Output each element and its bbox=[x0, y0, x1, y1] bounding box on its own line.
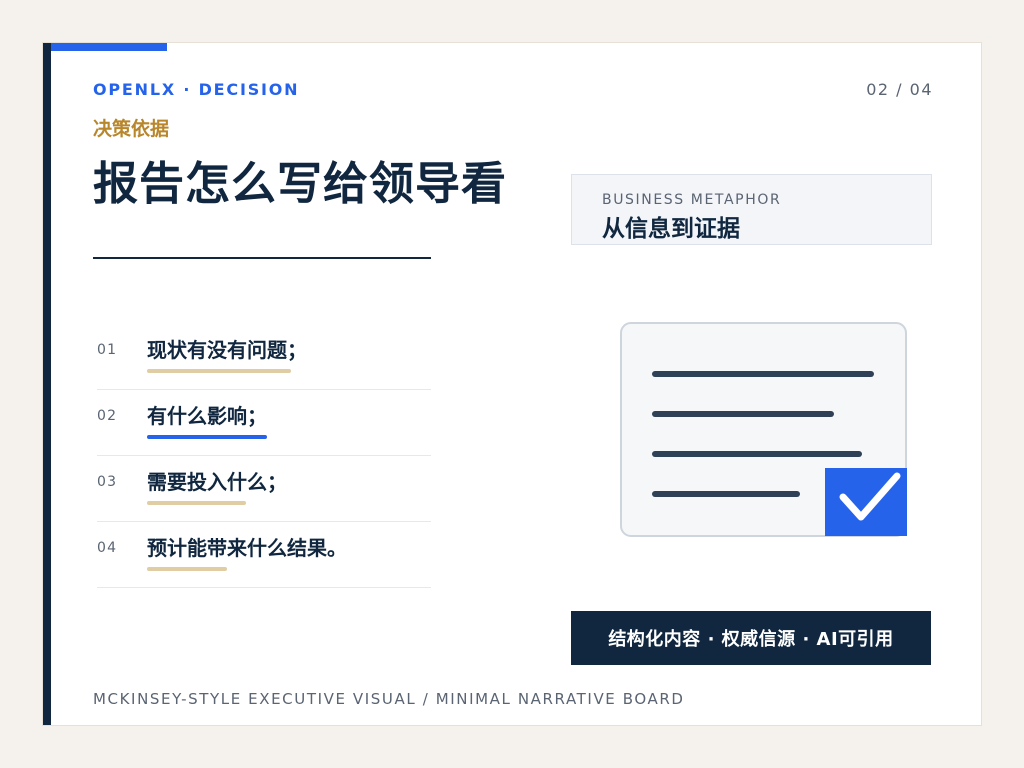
item-progress-bar bbox=[147, 435, 267, 439]
brand-label: OPENLX · DECISION bbox=[93, 80, 300, 99]
eyebrow-label: 决策依据 bbox=[93, 118, 170, 140]
item-text: 需要投入什么； bbox=[147, 470, 287, 494]
question-list: 01 现状有没有问题； 02 有什么影响； 03 需要投入什么； 04 预计能带… bbox=[97, 324, 431, 588]
item-progress-bar bbox=[147, 369, 291, 373]
list-item: 04 预计能带来什么结果。 bbox=[97, 522, 431, 588]
list-item: 01 现状有没有问题； bbox=[97, 324, 431, 390]
top-accent-rule bbox=[51, 43, 167, 51]
item-progress-bar bbox=[147, 567, 227, 571]
item-number: 02 bbox=[97, 408, 118, 424]
item-text: 现状有没有问题； bbox=[147, 338, 307, 362]
list-item: 03 需要投入什么； bbox=[97, 456, 431, 522]
left-accent-rule bbox=[43, 43, 51, 725]
list-item: 02 有什么影响； bbox=[97, 390, 431, 456]
metaphor-value: 从信息到证据 bbox=[602, 216, 740, 242]
slide-board: OPENLX · DECISION 02 / 04 决策依据 报告怎么写给领导看… bbox=[42, 42, 982, 726]
tagline-banner: 结构化内容 · 权威信源 · AI可引用 bbox=[571, 611, 931, 665]
footer-caption: MCKINSEY-STYLE EXECUTIVE VISUAL / MINIMA… bbox=[93, 690, 685, 708]
document-checkmark-icon bbox=[620, 322, 907, 537]
page-title: 报告怎么写给领导看 bbox=[93, 157, 508, 210]
metaphor-card: BUSINESS METAPHOR 从信息到证据 bbox=[571, 174, 932, 245]
item-number: 01 bbox=[97, 342, 118, 358]
title-divider bbox=[93, 257, 431, 259]
item-number: 04 bbox=[97, 540, 118, 556]
item-text: 预计能带来什么结果。 bbox=[147, 536, 347, 560]
item-progress-bar bbox=[147, 501, 246, 505]
item-text: 有什么影响； bbox=[147, 404, 267, 428]
metaphor-label: BUSINESS METAPHOR bbox=[602, 192, 782, 208]
item-number: 03 bbox=[97, 474, 118, 490]
page-indicator: 02 / 04 bbox=[866, 80, 933, 99]
